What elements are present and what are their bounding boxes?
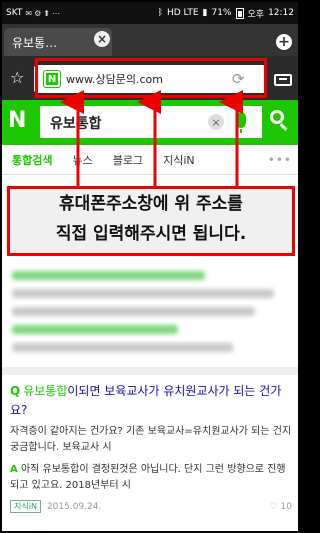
new-tab-icon[interactable]: + — [276, 34, 292, 50]
more-icon: ⋯ — [52, 8, 60, 18]
source-badge: 지식iN — [10, 500, 41, 513]
likes-count[interactable]: ♡ 10 — [269, 502, 292, 512]
tab-news[interactable]: 뉴스 — [62, 152, 102, 168]
result-meta: 지식iN 2015.09.24. ♡ 10 — [10, 500, 292, 513]
carrier-label: SKT — [6, 8, 23, 18]
tab-title: 유보통… — [12, 35, 58, 50]
tab-integrated-search[interactable]: 통합검색 — [2, 152, 62, 168]
status-icons: ✉ ⚙ ⬆ ⋯ — [25, 9, 60, 18]
thumbs-up-icon: ♡ — [269, 501, 278, 512]
answer-text: 아직 유보통합이 결정된것은 아닙니다. 단지 그런 방향으로 진행되고 있고요… — [10, 464, 286, 491]
instruction-line-2: 직접 입력해주시면 됩니다. — [55, 224, 247, 244]
question-title[interactable]: Q 유보통합이되면 보육교사가 유치원교사가 되는 건가요? — [10, 382, 292, 420]
battery-percent: 71% — [211, 8, 232, 18]
naver-logo[interactable]: N — [8, 108, 34, 136]
tab-strip: 유보통… × + — [2, 24, 298, 56]
section-divider — [2, 367, 298, 375]
menu-icon[interactable] — [274, 74, 292, 86]
qa-result[interactable]: Q 유보통합이되면 보육교사가 유치원교사가 되는 건가요? 자격증이 같아지는 … — [10, 382, 292, 513]
question-highlight: 유보통합 — [23, 384, 68, 398]
search-query: 유보통합 — [50, 116, 102, 132]
a-mark: A — [10, 464, 18, 475]
answer-snippet: A 아직 유보통합이 결정된것은 아닙니다. 단지 그런 방향으로 진행되고 있… — [10, 462, 292, 494]
battery-icon — [235, 7, 244, 19]
upload-icon: ⬆ — [43, 8, 50, 18]
close-icon[interactable]: × — [94, 31, 110, 47]
status-right: ᛒ HD LTE ▮ 71% 오후 12:12 — [158, 7, 294, 20]
bookmark-icon[interactable]: ☆ — [10, 68, 26, 88]
clear-icon[interactable]: × — [208, 114, 224, 130]
naver-search-bar: N 유보통합 × — [2, 100, 298, 145]
search-input[interactable]: 유보통합 × — [40, 106, 262, 138]
network-label: HD LTE — [167, 8, 199, 18]
search-icon[interactable] — [266, 108, 294, 136]
instruction-banner: 휴대폰주소창에 위 주소를 직접 입력해주시면 됩니다. — [7, 186, 295, 256]
instruction-line-1: 휴대폰주소창에 위 주소를 — [59, 194, 243, 214]
signal-icon: ▮ — [202, 8, 208, 18]
category-tabs: 통합검색 뉴스 블로그 지식iN ••• — [2, 145, 298, 175]
address-bar-highlight — [35, 58, 267, 98]
tab-blog[interactable]: 블로그 — [103, 152, 153, 168]
chat-icon: ✉ — [25, 8, 33, 18]
screenshot-frame: SKT ✉ ⚙ ⬆ ⋯ ᛒ HD LTE ▮ 71% 오후 12:12 유보통…… — [0, 0, 300, 533]
likes-value: 10 — [280, 501, 292, 512]
more-tabs-icon[interactable]: ••• — [268, 153, 292, 167]
microphone-icon[interactable] — [236, 112, 246, 133]
ampm-label: 오후 — [247, 9, 265, 20]
result-date: 2015.09.24. — [46, 501, 102, 512]
clock: 12:12 — [268, 8, 294, 18]
settings-icon: ⚙ — [34, 8, 42, 18]
q-mark: Q — [10, 384, 21, 398]
bluetooth-icon: ᛒ — [157, 8, 163, 18]
blurred-results — [12, 262, 288, 362]
status-bar: SKT ✉ ⚙ ⬆ ⋯ ᛒ HD LTE ▮ 71% 오후 12:12 — [2, 2, 298, 24]
question-preview: 자격증이 같아지는 건가요? 기존 보육교사=유치원교사가 되는 건지 궁금합니… — [10, 426, 292, 453]
tab-knowledge-in[interactable]: 지식iN — [153, 152, 205, 168]
